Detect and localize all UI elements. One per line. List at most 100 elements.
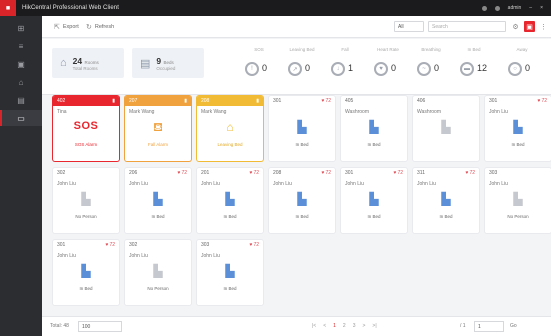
stat-label: SOS [254,47,264,52]
title-bar: ■ HikCentral Professional Web Client adm… [0,0,551,16]
stat-in-bed[interactable]: In Bed ▬ 12 [457,47,491,87]
more-icon[interactable]: ⋮ [538,21,549,32]
bed-empty-icon: ▙ [441,120,451,134]
summary-beds: ▤ 9 Beds Occupied [132,48,204,78]
heart-rate: ♥ 72 [321,170,331,176]
room-card[interactable]: 311 ♥ 72 John Liu ▙ In Bed [413,168,479,233]
resident-name: John Liu [201,181,220,187]
room-status: No Person [147,286,169,291]
heart-rate: ♥ 72 [465,170,475,176]
stat-away[interactable]: Away ○ 0 [505,47,539,87]
notification-icon[interactable] [481,5,487,11]
bed-icon: ▙ [297,120,307,134]
room-card[interactable]: 301 ♥ 72 John Liu ▙ In Bed [53,240,119,305]
heart-rate: ♥ 72 [393,170,403,176]
resident-name: John Liu [489,109,508,115]
page-1-button[interactable]: 1 [333,323,336,329]
goto-button[interactable]: Go [510,323,517,329]
room-card[interactable]: 301 ♥ 72 John Liu ▙ In Bed [485,96,551,161]
bed-icon: ▙ [513,120,523,134]
refresh-button[interactable]: ↻ Refresh [86,22,114,32]
lock-icon: ▮ [256,98,259,104]
room-number: 303 [201,242,210,248]
bed-icon: ▤ [17,95,25,105]
export-button[interactable]: ⇱ Export [54,22,79,32]
stat-sos[interactable]: SOS ! 0 [242,47,276,87]
stat-label: Breathing [421,47,441,52]
stat-breathing[interactable]: Breathing ~ 0 [414,47,448,87]
room-status: In Bed [439,214,453,219]
room-status: Fall Alarm [147,142,168,147]
room-card[interactable]: 303 John Liu ▙ No Person [485,168,551,233]
app-logo-icon: ■ [0,0,16,16]
resident-name: Washroom [345,109,369,115]
bed-icon: ▙ [297,192,307,206]
search-input[interactable]: Search [428,21,506,32]
goto-page-input[interactable]: 1 [474,321,504,332]
minimize-icon[interactable]: – [529,5,532,11]
room-card[interactable]: 302 John Liu ▙ No Person [53,168,119,233]
resident-name: John Liu [129,253,148,259]
rooms-unit: Rooms [84,59,99,65]
sidebar-item-monitor[interactable]: ▭ [0,110,42,126]
stat-value: 0 [262,63,268,73]
room-card[interactable]: 406 Washroom ▙ [413,96,479,161]
sos-icon: ! [245,62,259,76]
filter-select[interactable]: All [394,21,424,32]
page-3-button[interactable]: 3 [353,323,356,329]
help-icon[interactable] [494,5,500,11]
room-card[interactable]: 302 John Liu ▙ No Person [125,240,191,305]
room-card[interactable]: 303 ♥ 72 John Liu ▙ In Bed [197,240,263,305]
room-number: 302 [57,170,66,176]
stat-label: Leaving Bed [289,47,315,52]
room-card[interactable]: 206 ♥ 72 John Liu ▙ In Bed [125,168,191,233]
sidebar-item-device[interactable]: ▣ [0,56,42,72]
stat-fall[interactable]: Fall ↓ 1 [328,47,362,87]
room-number: 208 [273,170,282,176]
room-card[interactable]: 208 ▮ Mark Wang ⌂ Leaving Bed [197,96,263,161]
room-card[interactable]: 405 Washroom ▙ In Bed [341,96,407,161]
room-number: 301 [273,98,282,104]
room-status: In Bed [151,214,165,219]
prev-page-button[interactable]: < [323,323,326,329]
room-card[interactable]: 301 ♥ 72 ▙ In Bed [269,96,335,161]
page-2-button[interactable]: 2 [343,323,346,329]
page-size-select[interactable]: 100 [78,321,122,332]
room-card[interactable]: 201 ♥ 72 John Liu ▙ In Bed [197,168,263,233]
user-name[interactable]: admin [508,5,522,11]
settings-icon[interactable]: ⚙ [510,21,521,32]
refresh-icon: ↻ [86,24,92,31]
alarm-button[interactable]: ▣ [524,21,535,32]
bed-empty-icon: ▙ [153,264,163,278]
room-status: In Bed [79,286,93,291]
room-number: 207 [129,98,138,104]
resident-name: John Liu [417,181,436,187]
room-card[interactable]: 301 ♥ 72 John Liu ▙ In Bed [341,168,407,233]
sidebar-item-list[interactable]: ≡ [0,38,42,54]
sidebar-item-home[interactable]: ⌂ [0,74,42,90]
pagination-bar: Total: 48 100 |< < 1 2 3 > >| / 1 1 Go [42,316,551,336]
stat-leaving-bed[interactable]: Leaving Bed ↗ 0 [285,47,319,87]
heart-rate: ♥ 72 [105,242,115,248]
room-card[interactable]: 207 ▮ Mark Wang ⛾ Fall Alarm [125,96,191,161]
beds-unit: Beds [163,59,174,65]
sidebar-item-grid[interactable]: ⊞ [0,20,42,36]
heart-rate: ♥ 72 [537,98,547,104]
title-bar-actions: admin – × [481,5,551,11]
stat-heart-rate[interactable]: Heart Rate ♥ 0 [371,47,405,87]
room-card[interactable]: 208 ♥ 72 John Liu ▙ In Bed [269,168,335,233]
total-label: Total: 48 [50,323,69,329]
close-icon[interactable]: × [540,5,543,11]
device-icon: ▣ [17,59,25,69]
resident-name: John Liu [57,181,76,187]
room-card[interactable]: 402 ▮ Tina SOS SOS Alarm [53,96,119,161]
next-page-button[interactable]: > [362,323,365,329]
away-icon: ○ [508,62,522,76]
pager: |< < 1 2 3 > >| [312,323,377,329]
room-number: 311 [417,170,425,176]
last-page-button[interactable]: >| [372,323,376,329]
export-label: Export [62,24,79,30]
resident-name: John Liu [129,181,148,187]
first-page-button[interactable]: |< [312,323,316,329]
sidebar-item-bed[interactable]: ▤ [0,92,42,108]
